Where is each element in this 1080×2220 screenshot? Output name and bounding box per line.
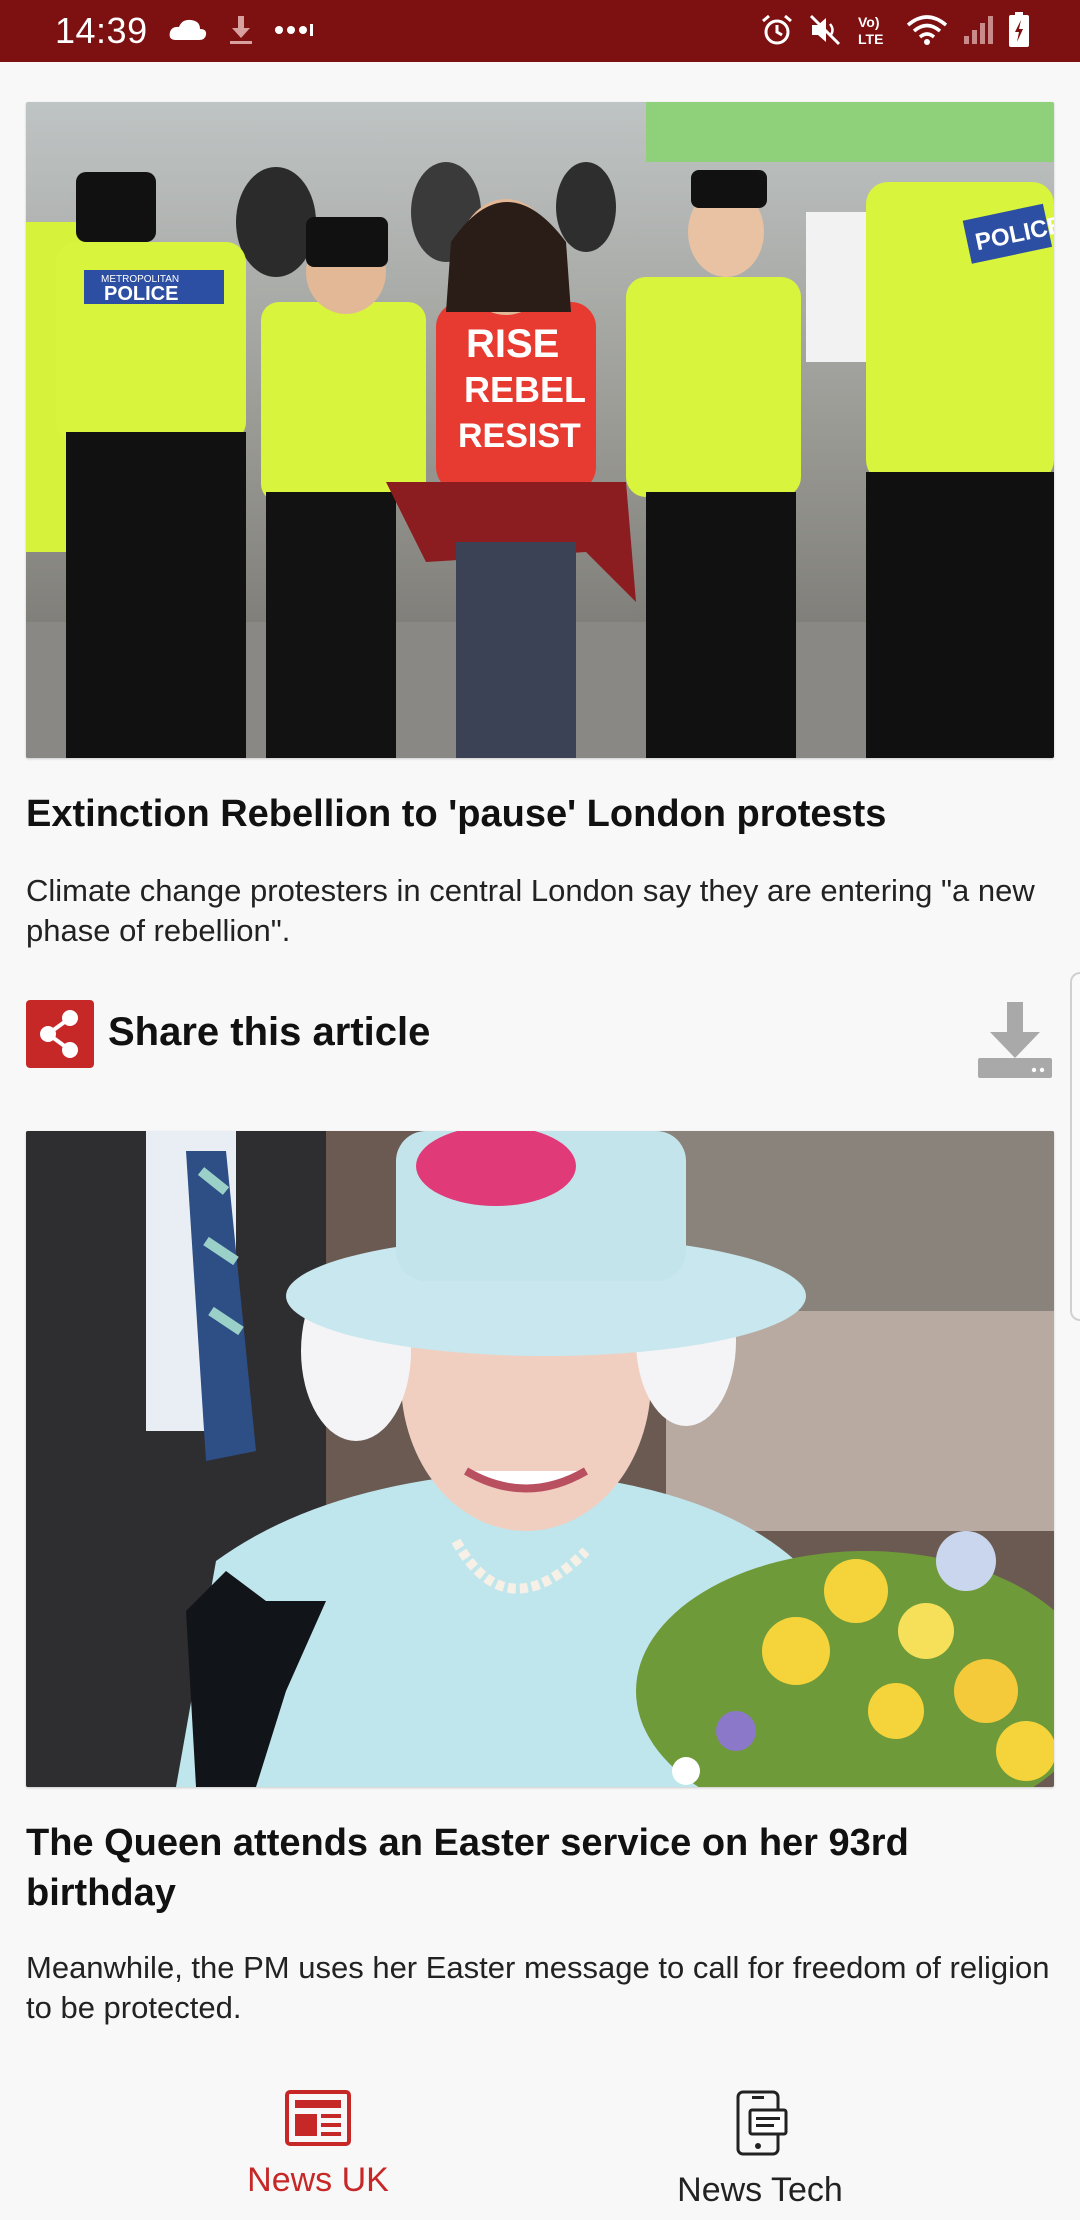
alarm-icon <box>762 14 792 45</box>
volte-icon: Vo) LTE <box>858 14 883 47</box>
share-icon <box>40 1010 78 1058</box>
share-label[interactable]: Share this article <box>108 1010 430 1055</box>
queen-photo <box>26 1131 1054 1787</box>
phone-icon <box>736 2090 788 2156</box>
image-text-resist: RESIST <box>458 417 581 455</box>
mute-icon <box>809 14 841 46</box>
article-image-protest[interactable]: METROPOLITAN POLICE RISE REBEL RESIST PO… <box>26 102 1054 758</box>
article-summary: Climate change protesters in central Lon… <box>26 873 1035 948</box>
signal-icon <box>964 16 993 44</box>
wifi-icon <box>906 15 948 45</box>
download-status-icon <box>230 16 252 44</box>
status-right-icons: Vo) LTE <box>760 12 1030 48</box>
article-feed[interactable]: METROPOLITAN POLICE RISE REBEL RESIST PO… <box>0 62 1080 2052</box>
status-left-icons <box>168 14 314 46</box>
share-button[interactable] <box>26 1000 94 1068</box>
newspaper-icon <box>285 2090 351 2146</box>
protest-photo: METROPOLITAN POLICE RISE REBEL RESIST PO… <box>26 102 1054 758</box>
article-image-queen[interactable] <box>26 1131 1054 1787</box>
bottom-navigation: News UK News Tech <box>0 2052 1080 2220</box>
download-icon <box>978 1002 1052 1078</box>
side-panel-handle[interactable] <box>1070 972 1080 1321</box>
article-summary: Meanwhile, the PM uses her Easter messag… <box>26 1950 1050 2025</box>
nav-item-news-uk[interactable]: News UK <box>168 2090 468 2200</box>
nav-label-news-tech: News Tech <box>677 2171 843 2209</box>
image-text-rise: RISE <box>466 322 559 366</box>
svg-text:LTE: LTE <box>858 31 883 47</box>
nav-label-news-uk: News UK <box>247 2161 389 2199</box>
share-row: Share this article <box>26 1000 1054 1078</box>
status-time: 14:39 <box>55 10 148 51</box>
more-notifications-icon <box>275 24 313 36</box>
article-title[interactable]: Extinction Rebellion to 'pause' London p… <box>26 789 1046 839</box>
image-text-rebel: REBEL <box>464 369 586 410</box>
download-button[interactable] <box>976 1000 1054 1080</box>
nav-item-news-tech[interactable]: News Tech <box>610 2090 910 2210</box>
status-bar: 14:39 Vo) LTE <box>0 0 1080 62</box>
cloud-icon <box>169 19 207 40</box>
article-title[interactable]: The Queen attends an Easter service on h… <box>26 1818 1046 1918</box>
svg-text:Vo): Vo) <box>858 14 880 30</box>
image-text-police-left: POLICE <box>104 283 178 305</box>
battery-icon <box>1009 12 1029 47</box>
